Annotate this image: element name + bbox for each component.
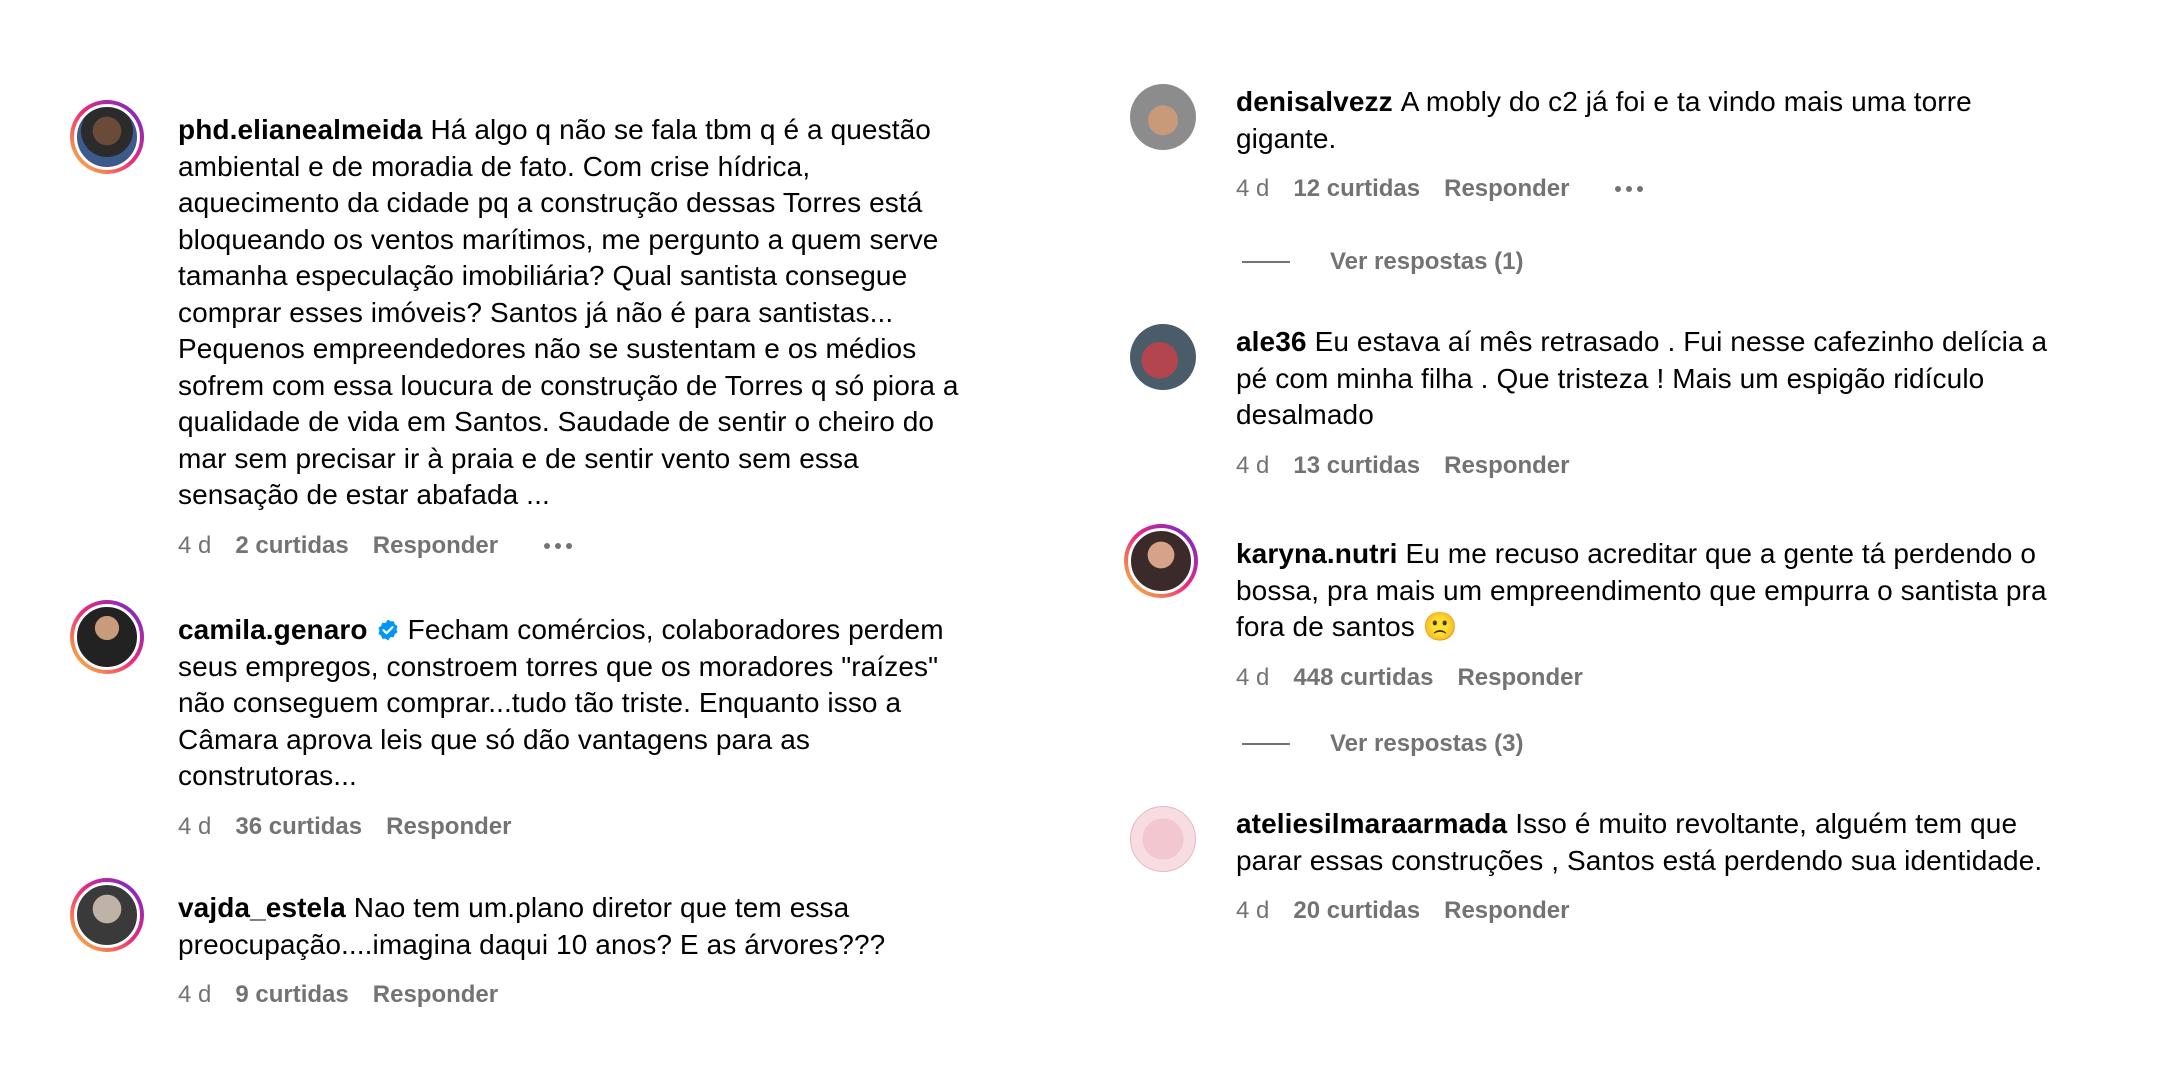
comment-likes[interactable]: 13 curtidas: [1293, 452, 1420, 480]
comment-username[interactable]: karyna.nutri: [1236, 538, 1397, 569]
comment-username[interactable]: vajda_estela: [178, 892, 346, 923]
comment-username[interactable]: ale36: [1236, 326, 1307, 357]
comment-text-block: ateliesilmaraarmada Isso é muito revoltan…: [1236, 806, 2066, 879]
comment-meta: 4 d 12 curtidas Responder: [1236, 175, 2066, 203]
comment-username[interactable]: camila.genaro: [178, 614, 368, 645]
comment-time: 4 d: [178, 981, 212, 1008]
comment-meta: 4 d 448 curtidas Responder: [1236, 664, 2066, 692]
reply-button[interactable]: Responder: [386, 813, 511, 841]
comment-time: 4 d: [178, 812, 212, 840]
comment-likes[interactable]: 12 curtidas: [1293, 175, 1420, 203]
reply-button[interactable]: Responder: [373, 981, 498, 1009]
comment-username[interactable]: denisalvezz: [1236, 86, 1393, 117]
more-options-icon[interactable]: [1615, 186, 1644, 192]
comment-meta: 4 d 36 curtidas Responder: [178, 813, 978, 841]
avatar[interactable]: [70, 100, 144, 174]
comment-time: 4 d: [1236, 897, 1270, 924]
comment-likes[interactable]: 448 curtidas: [1293, 664, 1433, 692]
avatar[interactable]: [1130, 324, 1196, 390]
comment-text-block: ale36 Eu estava aí mês retrasado . Fui ne…: [1236, 324, 2066, 434]
comment-likes[interactable]: 20 curtidas: [1293, 897, 1420, 925]
comment-time: 4 d: [1236, 663, 1270, 691]
avatar[interactable]: [1130, 806, 1196, 872]
reply-button[interactable]: Responder: [1444, 175, 1569, 203]
avatar[interactable]: [70, 878, 144, 952]
comment-meta: 4 d 9 curtidas Responder: [178, 981, 978, 1009]
comment-likes[interactable]: 9 curtidas: [235, 981, 348, 1009]
reply-button[interactable]: Responder: [373, 532, 498, 560]
comment-text-block: camila.genaro Fecham comércios, colaborad…: [178, 612, 978, 795]
comment-text-block: phd.elianealmeida Há algo q não se fala t…: [178, 112, 978, 514]
comment-username[interactable]: ateliesilmaraarmada: [1236, 808, 1507, 839]
replies-divider: [1242, 261, 1290, 263]
comment-text-block: denisalvezz A mobly do c2 já foi e ta vin…: [1236, 84, 2066, 157]
reply-button[interactable]: Responder: [1444, 897, 1569, 925]
comment-meta: 4 d 13 curtidas Responder: [1236, 452, 2066, 480]
comment-text: Há algo q não se fala tbm q é a questão …: [178, 114, 959, 510]
more-options-icon[interactable]: [544, 542, 573, 549]
view-replies-button[interactable]: Ver respostas (1): [1242, 248, 1523, 276]
comment-text: Eu estava aí mês retrasado . Fui nesse c…: [1236, 326, 2048, 430]
view-replies-label[interactable]: Ver respostas (1): [1330, 248, 1523, 276]
avatar[interactable]: [1124, 524, 1198, 598]
view-replies-button[interactable]: Ver respostas (3): [1242, 730, 1523, 758]
avatar[interactable]: [70, 600, 144, 674]
verified-badge-icon: [378, 619, 398, 641]
comment-text-block: vajda_estela Nao tem um.plano diretor que…: [178, 890, 978, 963]
comment-likes[interactable]: 36 curtidas: [235, 813, 362, 841]
avatar[interactable]: [1130, 84, 1196, 150]
comment-likes[interactable]: 2 curtidas: [235, 532, 348, 560]
replies-divider: [1242, 743, 1290, 745]
comment-text-block: karyna.nutri Eu me recuso acreditar que a…: [1236, 536, 2066, 646]
comment-time: 4 d: [1236, 175, 1270, 202]
reply-button[interactable]: Responder: [1444, 452, 1569, 480]
comment-meta: 4 d 2 curtidas Responder: [178, 532, 978, 560]
reply-button[interactable]: Responder: [1457, 664, 1582, 692]
comment-time: 4 d: [178, 531, 212, 559]
comment-meta: 4 d 20 curtidas Responder: [1236, 897, 2066, 925]
comment-username[interactable]: phd.elianealmeida: [178, 114, 422, 145]
comment-time: 4 d: [1236, 451, 1270, 479]
view-replies-label[interactable]: Ver respostas (3): [1330, 730, 1523, 758]
